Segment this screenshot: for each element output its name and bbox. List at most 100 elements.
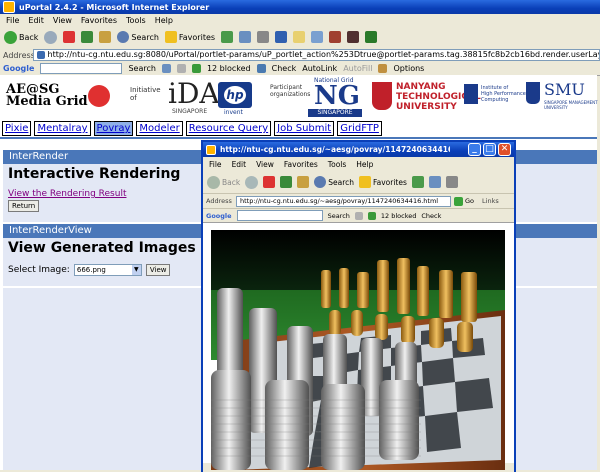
autolink-button[interactable]: AutoLink — [302, 64, 337, 73]
search-button[interactable]: Search — [117, 31, 159, 43]
popup-title: http://ntu-cg.ntu.edu.sg/~aesg/povray/11… — [220, 145, 450, 154]
options-button[interactable]: Options — [393, 64, 424, 73]
go-button[interactable]: Go — [465, 197, 474, 205]
messenger-icon[interactable] — [311, 31, 324, 43]
popup-blocked-count[interactable]: 12 blocked — [381, 212, 416, 220]
popup-mail-icon[interactable] — [428, 176, 441, 188]
popup-search-button[interactable]: Search — [314, 176, 354, 188]
print-icon[interactable] — [257, 31, 270, 43]
popup-check-button[interactable]: Check — [421, 212, 441, 220]
ihpc-logo: Institute of High Performance Computing — [481, 85, 526, 103]
check-button[interactable]: Check — [272, 64, 297, 73]
tab-job-submit[interactable]: Job Submit — [274, 121, 335, 136]
popup-refresh-icon[interactable] — [280, 176, 293, 188]
favorites-button[interactable]: Favorites — [164, 31, 215, 43]
popup-google-toolbar: Google Search 12 blocked Check — [203, 209, 514, 223]
tab-resource-query[interactable]: Resource Query — [185, 121, 272, 136]
address-label: Address — [3, 50, 35, 60]
popup-menu-tools[interactable]: Tools — [328, 160, 346, 169]
refresh-icon[interactable] — [81, 31, 94, 43]
links-button[interactable]: Links — [482, 197, 499, 205]
popup-menu-help[interactable]: Help — [356, 160, 373, 169]
tab-gridftp[interactable]: GridFTP — [337, 121, 382, 136]
logo-banner: AE@SG Media Grid Initiative of iDA SINGA… — [2, 77, 598, 118]
menu-help[interactable]: Help — [155, 16, 173, 25]
smu-subtitle: SINGAPORE MANAGEMENT UNIVERSITY — [544, 100, 598, 110]
popup-stop-icon[interactable] — [263, 176, 276, 188]
main-menu-bar: File Edit View Favorites Tools Help — [0, 14, 600, 26]
mail-icon[interactable] — [239, 31, 252, 43]
popup-menu-bar: File Edit View Favorites Tools Help — [203, 157, 514, 171]
popup-google-search-input[interactable] — [236, 210, 323, 221]
tab-povray[interactable]: Povray — [93, 121, 134, 136]
popup-ie-icon — [206, 144, 216, 155]
aesg-logo: AE@SG Media Grid — [6, 82, 88, 109]
edit-icon[interactable] — [275, 31, 288, 43]
popup-forward-arrow-icon[interactable] — [245, 175, 259, 189]
main-window-title: uPortal 2.4.2 - Microsoft Internet Explo… — [19, 2, 210, 12]
back-button[interactable]: Back — [4, 30, 38, 44]
menu-edit[interactable]: Edit — [28, 16, 44, 25]
menu-tools[interactable]: Tools — [126, 16, 146, 25]
maximize-icon[interactable]: □ — [483, 143, 496, 156]
tab-pixie[interactable]: Pixie — [2, 121, 32, 136]
menu-view[interactable]: View — [53, 16, 72, 25]
main-address-bar: Address http://ntu-cg.ntu.edu.sg:8080/uP… — [0, 48, 600, 63]
options-icon — [378, 64, 388, 73]
popup-home-icon[interactable] — [297, 176, 310, 188]
tab-mentalray[interactable]: Mentalray — [34, 121, 91, 136]
popup-window-controls: _ □ ✕ — [468, 143, 511, 156]
popup-google-search-button[interactable]: Search — [328, 212, 350, 220]
menu-favorites[interactable]: Favorites — [81, 16, 117, 25]
extra-icon[interactable] — [365, 31, 378, 43]
popup-menu-view[interactable]: View — [256, 160, 274, 169]
popup-print-icon[interactable] — [445, 176, 458, 188]
chevron-down-icon: ▼ — [131, 265, 141, 275]
forward-arrow-icon[interactable] — [44, 30, 58, 44]
google-pagerank-icon[interactable] — [176, 64, 186, 73]
google-logo: Google — [3, 64, 35, 73]
google-toolbar: Google Search 12 blocked Check AutoLink … — [0, 62, 600, 76]
minimize-icon[interactable]: _ — [468, 143, 481, 156]
popup-title-bar[interactable]: http://ntu-cg.ntu.edu.sg/~aesg/povray/11… — [203, 142, 514, 157]
main-title-bar[interactable]: uPortal 2.4.2 - Microsoft Internet Explo… — [0, 0, 600, 14]
tab-modeler[interactable]: Modeler — [136, 121, 183, 136]
search-icon — [117, 31, 130, 43]
close-icon[interactable]: ✕ — [498, 143, 511, 156]
address-input[interactable]: http://ntu-cg.ntu.edu.sg:8080/uPortal/po… — [33, 49, 600, 61]
popup-back-button[interactable]: Back — [207, 175, 240, 189]
popup-pagerank-icon[interactable] — [354, 211, 363, 220]
page-icon — [37, 50, 45, 59]
popup-menu-edit[interactable]: Edit — [232, 160, 247, 169]
popup-address-bar: Address http://ntu-cg.ntu.edu.sg/~aesg/p… — [203, 194, 514, 209]
popup-favorites-button[interactable]: Favorites — [359, 176, 407, 188]
menu-file[interactable]: File — [6, 16, 19, 25]
spellcheck-icon — [256, 64, 266, 73]
research-icon[interactable] — [329, 31, 342, 43]
google-search-button[interactable]: Search — [128, 64, 155, 73]
popup-media-icon[interactable] — [411, 176, 424, 188]
popup-star-icon — [359, 176, 371, 188]
hp-logo: hp — [218, 82, 252, 108]
home-icon[interactable] — [99, 31, 112, 43]
stop-icon[interactable] — [63, 31, 76, 43]
participant-label: Participant organizations — [270, 84, 311, 98]
blocked-count[interactable]: 12 blocked — [207, 64, 251, 73]
ida-logo: iDA — [168, 77, 220, 110]
media-icon[interactable] — [221, 31, 234, 43]
popup-content — [203, 223, 514, 470]
view-button[interactable]: View — [145, 264, 171, 276]
google-search-input[interactable] — [40, 63, 123, 74]
star-icon — [164, 31, 177, 43]
image-select[interactable]: 666.png ▼ — [73, 264, 142, 276]
popup-menu-file[interactable]: File — [209, 160, 222, 169]
popup-menu-favorites[interactable]: Favorites — [284, 160, 318, 169]
return-button[interactable]: Return — [8, 200, 40, 212]
go-arrow-icon — [454, 196, 463, 206]
discuss-icon[interactable] — [293, 31, 306, 43]
popup-address-input[interactable]: http://ntu-cg.ntu.edu.sg/~aesg/povray/11… — [236, 195, 451, 207]
tools-icon[interactable] — [347, 31, 360, 43]
autofill-button[interactable]: AutoFill — [343, 64, 372, 73]
select-image-label: Select Image: — [8, 265, 70, 275]
google-news-icon[interactable] — [161, 64, 171, 73]
